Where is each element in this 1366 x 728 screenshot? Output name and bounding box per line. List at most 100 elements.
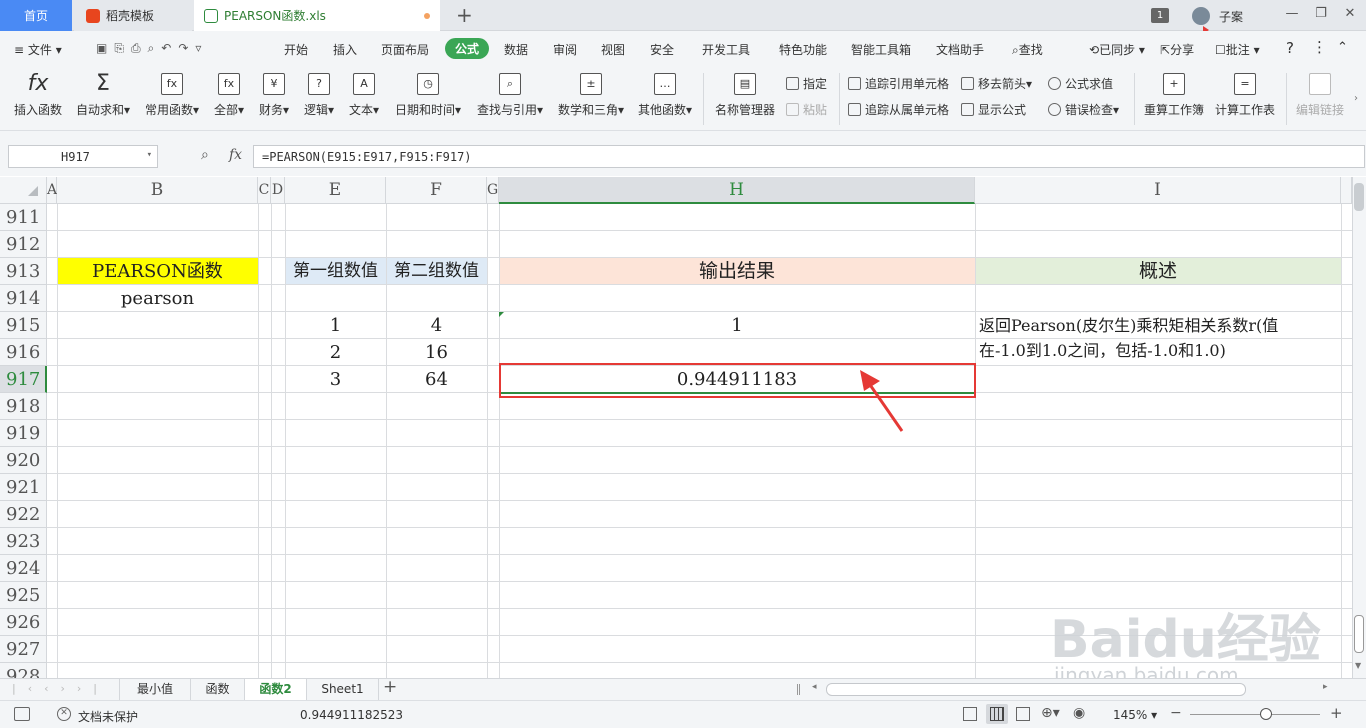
column-header-h[interactable]: H <box>499 177 975 204</box>
row-header-925[interactable]: 925 <box>0 582 47 609</box>
row-header-919[interactable]: 919 <box>0 420 47 447</box>
sync-button[interactable]: ⟲已同步 ▾ <box>1089 41 1145 58</box>
trace-precedents-button[interactable]: 追踪引用单元格 <box>848 75 949 92</box>
cell-f916[interactable]: 16 <box>386 339 487 366</box>
cell-e916[interactable]: 2 <box>285 339 386 366</box>
sheet-tab-functions[interactable]: 函数 <box>191 679 245 700</box>
lookup-button[interactable]: ⌕ 查找与引用▾ <box>472 71 548 118</box>
scroll-right-icon[interactable]: ▸ <box>1323 682 1328 692</box>
cell-i916[interactable]: 在-1.0到1.0之间，包括-1.0和1.0) <box>979 340 1339 367</box>
file-menu[interactable]: ≡ 文件 ▾ <box>14 41 62 58</box>
sheet-tab-functions2[interactable]: 函数2 <box>245 679 307 700</box>
more-icon[interactable]: ⋮ <box>1312 38 1327 56</box>
cell-e917[interactable]: 3 <box>285 366 386 393</box>
cell-i913[interactable]: 概述 <box>975 258 1341 285</box>
horizontal-scrollbar-thumb[interactable] <box>826 683 1246 696</box>
text-button[interactable]: A 文本▾ <box>345 71 383 118</box>
name-box[interactable]: H917 ▾ <box>8 145 158 168</box>
sheet-tab-min[interactable]: 最小值 <box>119 679 191 700</box>
row-header-926[interactable]: 926 <box>0 609 47 636</box>
autosum-button[interactable]: Σ 自动求和▾ <box>72 71 134 118</box>
column-header-b[interactable]: B <box>57 177 258 204</box>
zoom-out-icon[interactable]: − <box>1170 705 1182 721</box>
menu-item-features[interactable]: 特色功能 <box>779 41 827 58</box>
comment-button[interactable]: ☐批注 ▾ <box>1215 41 1260 58</box>
row-header-916[interactable]: 916 <box>0 339 47 366</box>
row-header-917[interactable]: 917 <box>0 366 47 393</box>
show-formula-button[interactable]: 显示公式 <box>961 101 1026 118</box>
add-sheet-icon[interactable]: + <box>383 677 397 697</box>
help-button[interactable]: ? <box>1286 39 1294 57</box>
other-functions-button[interactable]: … 其他函数▾ <box>634 71 696 118</box>
fullscreen-icon[interactable] <box>963 707 977 721</box>
remove-arrows-button[interactable]: 移去箭头▾ <box>961 75 1032 92</box>
column-header-j[interactable] <box>1341 177 1352 204</box>
cell-e913[interactable]: 第一组数值 <box>285 258 386 285</box>
tab-document[interactable]: PEARSON函数.xls <box>194 0 440 31</box>
protection-status[interactable]: 文档未保护 <box>78 708 138 725</box>
menu-item-view[interactable]: 视图 <box>601 41 625 58</box>
trace-dependents-button[interactable]: 追踪从属单元格 <box>848 101 949 118</box>
row-header-927[interactable]: 927 <box>0 636 47 663</box>
search-button[interactable]: ⌕查找 <box>1012 41 1043 58</box>
formula-input[interactable]: =PEARSON(E915:E917,F915:F917) <box>253 145 1365 168</box>
avatar[interactable] <box>1192 7 1210 25</box>
recalc-workbook-button[interactable]: + 重算工作簿 <box>1141 71 1207 118</box>
select-all-corner[interactable] <box>0 177 47 204</box>
cell-f913[interactable]: 第二组数值 <box>386 258 487 285</box>
zoom-level[interactable]: 145% ▾ <box>1113 708 1157 722</box>
menu-item-page-layout[interactable]: 页面布局 <box>381 41 429 58</box>
sheet-nav-icons[interactable]: |‹‹››| <box>12 682 109 695</box>
row-header-915[interactable]: 915 <box>0 312 47 339</box>
row-header-918[interactable]: 918 <box>0 393 47 420</box>
row-header-928[interactable]: 928 <box>0 663 47 678</box>
row-header-922[interactable]: 922 <box>0 501 47 528</box>
insert-function-button[interactable]: fx 插入函数 <box>8 71 68 118</box>
column-header-f[interactable]: F <box>386 177 487 204</box>
define-button[interactable]: 指定 <box>786 75 827 92</box>
menu-item-insert[interactable]: 插入 <box>333 41 357 58</box>
row-header-921[interactable]: 921 <box>0 474 47 501</box>
column-header-i[interactable]: I <box>975 177 1341 204</box>
close-button[interactable]: ✕ <box>1340 6 1360 24</box>
column-header-d[interactable]: D <box>271 177 285 204</box>
menu-item-data[interactable]: 数据 <box>504 41 528 58</box>
menu-item-smart-tools[interactable]: 智能工具箱 <box>851 41 911 58</box>
cell-h913[interactable]: 输出结果 <box>499 258 975 285</box>
zoom-slider-track[interactable] <box>1190 714 1320 715</box>
scroll-down-icon[interactable]: ▼ <box>1355 661 1361 670</box>
math-button[interactable]: ± 数学和三角▾ <box>553 71 629 118</box>
cell-i915[interactable]: 返回Pearson(皮尔生)乘积矩相关系数r(值 <box>979 315 1339 342</box>
zoom-slider-thumb[interactable] <box>1260 708 1272 720</box>
spreadsheet-grid[interactable]: A B C D E F G H I 911 912 913 914 915 91… <box>0 177 1352 678</box>
row-header-914[interactable]: 914 <box>0 285 47 312</box>
row-header-911[interactable]: 911 <box>0 204 47 231</box>
column-header-a[interactable]: A <box>47 177 57 204</box>
tab-template[interactable]: 稻壳模板 <box>74 0 192 31</box>
common-functions-button[interactable]: fx 常用函数▾ <box>141 71 203 118</box>
eye-protection-icon[interactable]: ◉ <box>1073 705 1085 721</box>
normal-view-button[interactable] <box>986 704 1008 724</box>
macro-record-icon[interactable] <box>14 707 30 721</box>
scroll-left-icon[interactable]: ◂ <box>812 682 817 692</box>
fx-icon[interactable]: fx <box>229 147 242 163</box>
user-name[interactable]: 子案 <box>1219 8 1243 25</box>
column-header-g[interactable]: G <box>487 177 499 204</box>
menu-item-start[interactable]: 开始 <box>284 41 308 58</box>
calc-sheet-button[interactable]: = 计算工作表 <box>1212 71 1278 118</box>
scrollbar-thumb-top[interactable] <box>1354 183 1364 211</box>
menu-item-developer[interactable]: 开发工具 <box>702 41 750 58</box>
collapse-ribbon-icon[interactable]: ⌃ <box>1337 40 1348 55</box>
evaluate-formula-button[interactable]: 公式求值 <box>1048 75 1113 92</box>
menu-item-formula[interactable]: 公式 <box>445 38 490 59</box>
vertical-scrollbar[interactable]: ▼ <box>1352 177 1366 678</box>
menu-item-security[interactable]: 安全 <box>650 41 674 58</box>
share-button[interactable]: ⇱分享 <box>1160 41 1194 58</box>
row-header-920[interactable]: 920 <box>0 447 47 474</box>
edit-links-button[interactable]: 编辑链接 <box>1292 71 1348 118</box>
row-header-913[interactable]: 913 <box>0 258 47 285</box>
zoom-icon[interactable]: ⌕ <box>201 147 209 163</box>
ribbon-scroll-right-icon[interactable]: › <box>1354 93 1358 104</box>
tab-home[interactable]: 首页 <box>0 0 72 31</box>
cell-h915[interactable]: 1 <box>499 312 975 339</box>
